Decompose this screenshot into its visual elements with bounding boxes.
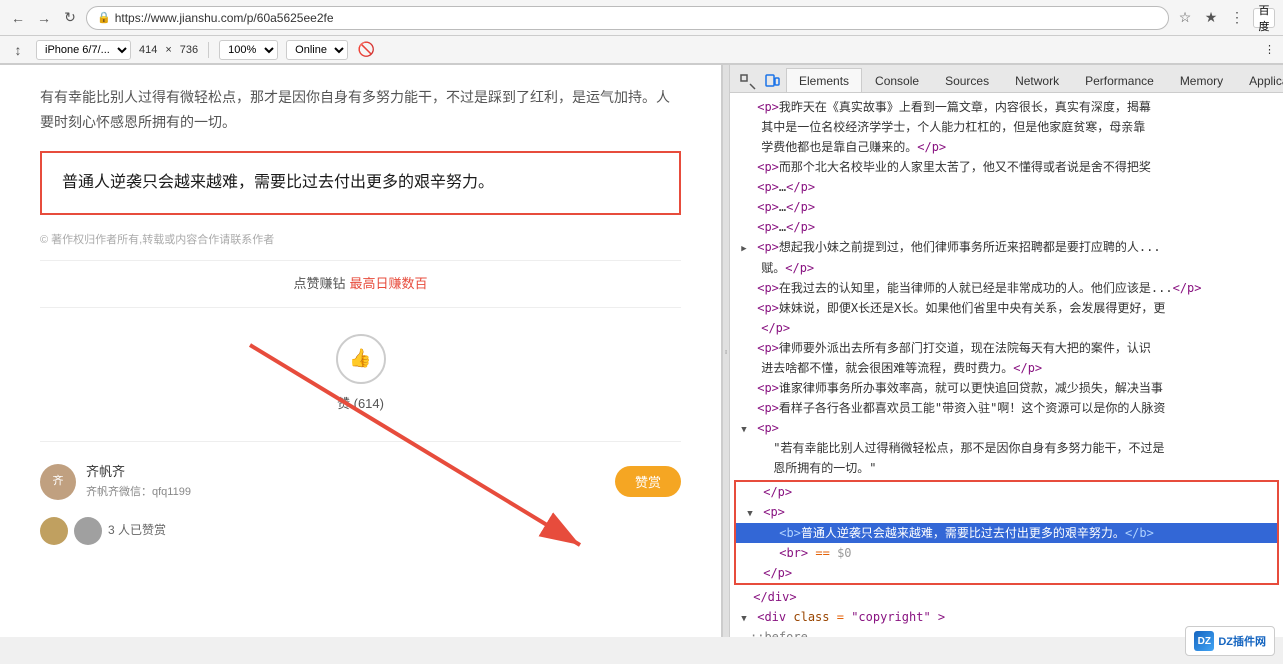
x-label: × (165, 44, 171, 56)
highlighted-box: 普通人逆袭只会越来越难，需要比过去付出更多的艰辛努力。 (40, 151, 681, 214)
thumbs-up-icon: 👍 (349, 348, 371, 369)
baidu-search-button[interactable]: 百度 (1253, 8, 1275, 28)
lock-icon: 🔒 (97, 11, 111, 24)
zoom-select[interactable]: 100% (219, 40, 278, 60)
refresh-button[interactable]: ↻ (60, 8, 80, 28)
device-toolbar: ↕ iPhone 6/7/... 414 × 736 100% Online 🚫… (0, 36, 1283, 64)
elem-line-inner-text[interactable]: "若有幸能比别人过得稍微轻松点，那不是因你自身有多努力能干，不过是 (730, 438, 1283, 458)
elements-panel[interactable]: <p>我昨天在《真实故事》上看到一篇文章，内容很长，真实有深度，揭幕 其中是一位… (730, 93, 1283, 637)
elem-line-11[interactable]: <p>看样子各行各业都喜欢员工能"带资入驻"啊！这个资源可以是你的人脉资 (730, 398, 1283, 418)
fans-count: 3 人已赞赏 (108, 520, 166, 542)
elem-line-7[interactable]: <p>在我过去的认知里，能当律师的人就已经是非常成功的人。他们应该是...</p… (730, 278, 1283, 298)
webpage-panel: 有有幸能比别人过得有微轻松点，那才是因你自身有多努力能干，不过是踩到了红利，是运… (0, 65, 722, 637)
elem-line-5[interactable]: <p>…</p> (730, 217, 1283, 237)
elem-line-parent-p[interactable]: <p> (730, 418, 1283, 439)
devtools-panel: Elements Console Sources Network Perform… (730, 65, 1283, 637)
separator1 (208, 42, 209, 58)
author-sub: 齐帆齐微信：qfq1199 (86, 483, 191, 503)
copyright-text: © 著作权归作者所有,转载或内容合作请联系作者 (40, 231, 681, 251)
triangle-icon[interactable] (738, 424, 750, 438)
author-name[interactable]: 齐帆齐 (86, 460, 191, 483)
elem-line-1b[interactable]: 其中是一位名校经济学学士，个人能力杠杠的，但是他家庭贫寒，母亲靠 (730, 117, 1283, 137)
elem-line-6b[interactable]: 赋。</p> (730, 258, 1283, 278)
elem-line-2[interactable]: <p>而那个北大名校毕业的人家里太苦了，他又不懂得或者说是舍不得把奖 (730, 157, 1283, 177)
watermark-logo: DZ (1194, 631, 1214, 651)
device-mode-icon[interactable] (762, 72, 782, 92)
elem-close-div[interactable]: </div> (730, 587, 1283, 607)
elem-open-p-bold[interactable]: <p> (736, 502, 1277, 523)
like-button[interactable]: 👍 (336, 334, 386, 384)
device-select[interactable]: iPhone 6/7/... (36, 40, 131, 60)
triangle-icon[interactable] (738, 613, 750, 627)
browser-chrome: ← → ↻ 🔒 https://www.jianshu.com/p/60a562… (0, 0, 1283, 65)
bold-content: 普通人逆袭只会越来越难，需要比过去付出更多的艰辛努力。 (801, 526, 1125, 540)
elem-bold-text[interactable]: <b>普通人逆袭只会越来越难，需要比过去付出更多的艰辛努力。</b> (736, 523, 1277, 543)
elem-line-9b[interactable]: 进去啥都不懂，就会很困难等流程，费时费力。</p> (730, 358, 1283, 378)
star-button[interactable]: ☆ (1175, 8, 1195, 28)
author-avatar: 齐 (40, 464, 76, 500)
watermark: DZ DZ插件网 (1185, 626, 1275, 656)
network-select[interactable]: Online (286, 40, 348, 60)
elem-close-p[interactable]: </p> (736, 482, 1277, 502)
triangle-icon[interactable] (744, 508, 756, 522)
fan-avatar-1 (40, 517, 68, 545)
webpage-content: 有有幸能比别人过得有微轻松点，那才是因你自身有多努力能干，不过是踩到了红利，是运… (0, 65, 721, 571)
watermark-text: DZ插件网 (1218, 633, 1266, 649)
url-text: https://www.jianshu.com/p/60a5625ee2fe (115, 11, 334, 25)
promo-section: 点赞赚钻 最高日赚数百 (40, 260, 681, 307)
promo-link[interactable]: 最高日赚数百 (349, 276, 427, 291)
block-icon[interactable]: 🚫 (356, 40, 376, 60)
like-section: 👍 赞 (614) (40, 318, 681, 431)
author-section: 齐 齐帆齐 齐帆齐微信：qfq1199 赞赏 (40, 452, 681, 511)
elem-line-1c[interactable]: 学费他都也是靠自己赚来的。</p> (730, 137, 1283, 157)
code-highlight-box: </p> <p> <b>普通人逆袭只会越来越难，需要比过去付出更多的艰辛努力。<… (734, 480, 1279, 585)
bold-tag-close: </b> (1125, 526, 1154, 540)
width-label: 414 (139, 44, 157, 56)
divider (40, 441, 681, 442)
tab-console[interactable]: Console (862, 68, 932, 92)
elem-line-10[interactable]: <p>谁家律师事务所办事效率高，就可以更快追回贷款，减少损失，解决当事 (730, 378, 1283, 398)
elem-line-9[interactable]: <p>律师要外派出去所有多部门打交道，现在法院每天有大把的案件，认识 (730, 338, 1283, 358)
fans-row: 3 人已赞赏 (40, 511, 681, 551)
height-label: 736 (180, 44, 198, 56)
elem-line-8b[interactable]: </p> (730, 318, 1283, 338)
elem-br[interactable]: <br> == $0 (736, 543, 1277, 563)
bold-tag-open: <b> (779, 526, 801, 540)
devtools-tabs: Elements Console Sources Network Perform… (730, 65, 1283, 93)
promo-text: 点赞赚钻 (294, 276, 346, 291)
tab-elements[interactable]: Elements (786, 68, 862, 92)
tab-sources[interactable]: Sources (932, 68, 1002, 92)
main-area: 有有幸能比别人过得有微轻松点，那才是因你自身有多努力能干，不过是踩到了红利，是运… (0, 65, 1283, 637)
tab-application[interactable]: Applicatio... (1236, 68, 1283, 92)
highlighted-text: 普通人逆袭只会越来越难，需要比过去付出更多的艰辛努力。 (62, 169, 659, 196)
elem-div-copyright[interactable]: <div class = "copyright" > (730, 607, 1283, 628)
bookmark-button[interactable]: ★ (1201, 8, 1221, 28)
fan-avatar-2 (74, 517, 102, 545)
elem-line-8[interactable]: <p>妹妹说，即便X长还是X长。如果他们省里中央有关系，会发展得更好，更 (730, 298, 1283, 318)
more-icon[interactable]: ⋮ (1264, 43, 1275, 56)
cursor-icon[interactable]: ↕ (8, 40, 28, 60)
nav-bar: ← → ↻ 🔒 https://www.jianshu.com/p/60a562… (0, 0, 1283, 36)
webpage-paragraph-1: 有有幸能比别人过得有微轻松点，那才是因你自身有多努力能干，不过是踩到了红利，是运… (40, 85, 681, 135)
elem-line-4[interactable]: <p>…</p> (730, 197, 1283, 217)
inspect-element-icon[interactable] (738, 72, 758, 92)
tab-memory[interactable]: Memory (1167, 68, 1236, 92)
menu-button[interactable]: ⋮ (1227, 8, 1247, 28)
elem-line-6[interactable]: <p>想起我小妹之前提到过，他们律师事务所近来招聘都是要打应聘的人... (730, 237, 1283, 258)
triangle-icon[interactable] (738, 243, 750, 257)
tab-performance[interactable]: Performance (1072, 68, 1167, 92)
elem-line-1[interactable]: <p>我昨天在《真实故事》上看到一篇文章，内容很长，真实有深度，揭幕 (730, 97, 1283, 117)
like-count: 赞 (614) (40, 392, 681, 415)
elem-line-inner-text2[interactable]: 恩所拥有的一切。" (730, 458, 1283, 478)
reward-button[interactable]: 赞赏 (615, 466, 681, 497)
tab-network[interactable]: Network (1002, 68, 1072, 92)
forward-button[interactable]: → (34, 8, 54, 28)
elem-line-3[interactable]: <p>…</p> (730, 177, 1283, 197)
author-info: 齐帆齐 齐帆齐微信：qfq1199 (86, 460, 191, 503)
back-button[interactable]: ← (8, 8, 28, 28)
address-bar[interactable]: 🔒 https://www.jianshu.com/p/60a5625ee2fe (86, 6, 1169, 30)
panel-resize-handle[interactable]: ··· (722, 65, 730, 637)
elem-close-p2[interactable]: </p> (736, 563, 1277, 583)
